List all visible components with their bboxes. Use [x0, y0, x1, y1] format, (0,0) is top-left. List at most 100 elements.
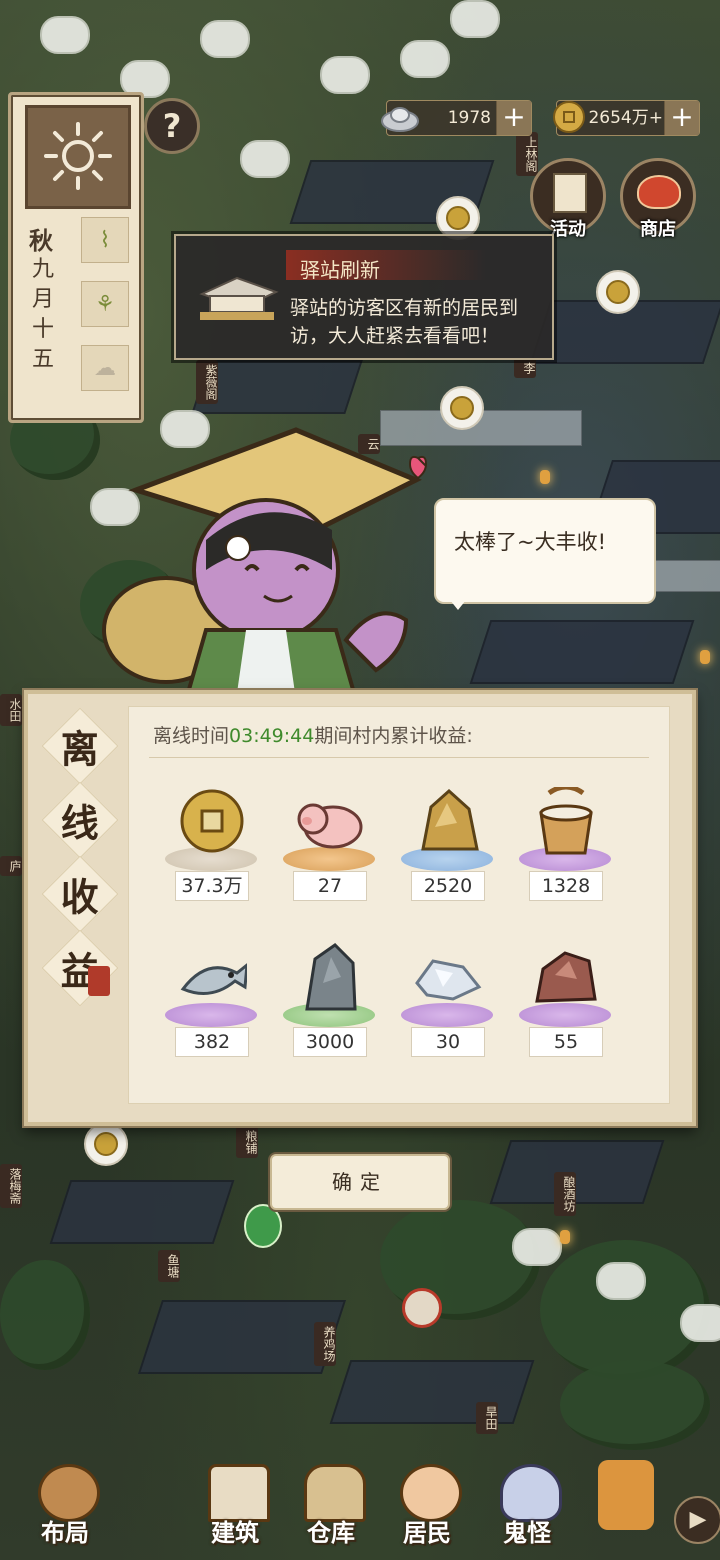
farmer-character: [102, 427, 428, 700]
lantern: [540, 470, 550, 484]
resource-bubble[interactable]: [200, 20, 250, 58]
shop-label: 商店: [640, 219, 676, 240]
map-tag[interactable]: 旱田: [476, 1402, 498, 1434]
notice-title: 驿站刷新: [300, 258, 380, 282]
title-char: 收: [41, 855, 119, 933]
nav-layout[interactable]: 布局: [20, 1458, 110, 1558]
add-copper-button[interactable]: +: [664, 101, 699, 135]
earnings-list: 离线时间03:49:44期间村内累计收益: 37.3万 27 2520 1328…: [128, 706, 670, 1104]
nav-label: 居民: [403, 1519, 451, 1547]
nav-ghost[interactable]: 鬼怪: [482, 1458, 572, 1558]
item-count: 1328: [529, 871, 603, 901]
tree: [0, 1260, 90, 1370]
activity-button[interactable]: 活动: [530, 158, 606, 240]
crystal-ore-icon: [415, 959, 482, 1001]
red-ore-icon: [535, 951, 597, 1003]
gold-ore-icon: [421, 788, 479, 851]
date-char: 十: [31, 317, 54, 342]
fish-icon: [180, 963, 247, 995]
reward-item: 382: [161, 943, 261, 1073]
coin-bubble[interactable]: [440, 386, 484, 430]
shop-button[interactable]: 商店: [620, 158, 696, 240]
panel-title: 离 线 收 益: [38, 707, 128, 1007]
reward-item: 27: [279, 787, 379, 917]
red-seal-icon: [88, 966, 110, 996]
resource-bubble[interactable]: [680, 1304, 720, 1342]
copper-coin-icon: [180, 789, 244, 853]
map-tag[interactable]: 水田: [0, 694, 22, 726]
map-tag[interactable]: 上林阁: [516, 132, 538, 176]
speech-bubble: 太棒了~大丰收!: [434, 498, 656, 610]
map-tag[interactable]: 庐: [0, 856, 22, 876]
house-roof: [329, 1360, 535, 1424]
resource-bubble[interactable]: [512, 1228, 562, 1266]
expand-arrow-button[interactable]: ▶: [674, 1496, 720, 1544]
resource-bubble[interactable]: [596, 1262, 646, 1300]
add-silver-button[interactable]: +: [496, 101, 531, 135]
silver-counter: 1978 +: [381, 100, 532, 136]
map-tag[interactable]: 李: [514, 358, 536, 378]
post-station-icon: [199, 276, 279, 320]
notice-body: 驿站的访客区有新的居民到访，大人赶紧去看看吧！: [290, 297, 519, 347]
no-entry-icon[interactable]: [402, 1288, 442, 1328]
date-char: 五: [31, 347, 54, 372]
nav-building[interactable]: 建筑: [190, 1458, 280, 1558]
nav-warehouse[interactable]: 仓库: [286, 1458, 376, 1558]
silver-value: 1978: [447, 108, 491, 128]
scroll-icon: [553, 173, 587, 213]
cloud-icon: ☁: [81, 345, 129, 391]
date-char: 月: [31, 287, 54, 312]
offline-time: 03:49:44: [229, 725, 315, 747]
resource-bubble[interactable]: [240, 140, 290, 178]
reward-item: 1328: [515, 787, 615, 917]
item-count: 55: [529, 1027, 603, 1057]
title-char: 线: [41, 781, 119, 859]
reward-item: 2520: [397, 787, 497, 917]
coin-bubble[interactable]: [84, 1122, 128, 1166]
offline-earnings-panel: 离 线 收 益 离线时间03:49:44期间村内累计收益: 37.3万 27 2…: [24, 690, 696, 1126]
upgrade-arrow-icon[interactable]: [244, 1204, 282, 1248]
offline-duration-text: 离线时间03:49:44期间村内累计收益:: [153, 725, 473, 747]
map-tag[interactable]: 紫薇阁: [196, 360, 218, 404]
map-tag[interactable]: 养鸡场: [314, 1322, 336, 1366]
house-roof: [489, 1140, 665, 1204]
pig-icon: [297, 803, 363, 849]
nav-label: 建筑: [211, 1519, 259, 1547]
shop-icon: [637, 175, 681, 209]
notification-banner[interactable]: 驿站刷新 驿站的访客区有新的居民到访，大人赶紧去看看吧！: [174, 234, 554, 360]
map-tag[interactable]: 鱼塘: [158, 1250, 180, 1282]
item-count: 382: [175, 1027, 249, 1057]
item-count: 2520: [411, 871, 485, 901]
resource-bubble[interactable]: [450, 0, 500, 38]
resource-bubble[interactable]: [400, 40, 450, 78]
confirm-button[interactable]: 确定: [270, 1154, 450, 1210]
help-button[interactable]: ?: [144, 98, 200, 154]
lantern-icon[interactable]: [598, 1460, 654, 1530]
divider: [149, 757, 649, 758]
date-char: 九: [31, 257, 54, 282]
sprout-icon: ⌇: [81, 217, 129, 263]
copper-coin-icon: [553, 101, 585, 133]
reward-item: 30: [397, 943, 497, 1073]
bottom-nav: 布局 建筑 仓库 居民 鬼怪: [0, 1440, 720, 1560]
map-tag[interactable]: 酿酒坊: [554, 1172, 576, 1216]
item-count: 3000: [293, 1027, 367, 1057]
reward-item: 37.3万: [161, 787, 261, 917]
coin-bubble[interactable]: [596, 270, 640, 314]
reward-item: 3000: [279, 943, 379, 1073]
sun-icon: [44, 122, 112, 190]
house-roof: [49, 1180, 235, 1244]
resource-bubble[interactable]: [320, 56, 370, 94]
calendar-panel[interactable]: 秋 九 月 十 五 ⌇ ⚘ ☁: [8, 92, 144, 423]
title-char: 离: [41, 707, 119, 785]
nav-label: 鬼怪: [503, 1519, 551, 1547]
speech-text: 太棒了~大丰收!: [454, 530, 607, 554]
map-tag[interactable]: 落梅斋: [0, 1164, 22, 1208]
item-count: 27: [293, 871, 367, 901]
weather-box: [25, 105, 131, 209]
map-tag[interactable]: 粮铺: [236, 1126, 258, 1158]
resource-bubble[interactable]: [40, 16, 90, 54]
item-count: 30: [411, 1027, 485, 1057]
nav-label: 仓库: [307, 1519, 355, 1547]
nav-residents[interactable]: 居民: [382, 1458, 472, 1558]
